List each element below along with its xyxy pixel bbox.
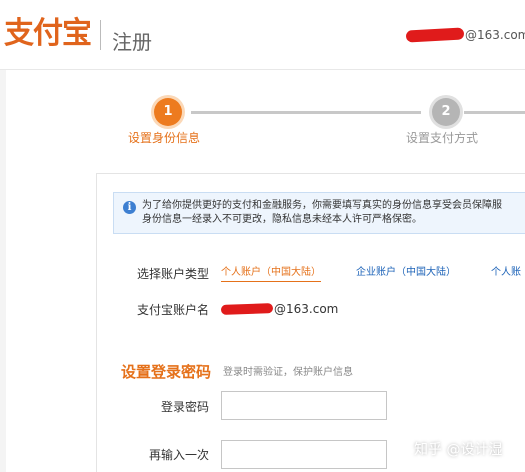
step-connector [464, 111, 525, 114]
account-name-value: @163.com [220, 300, 339, 318]
notice-line-2: 身份信息一经录入不可更改，隐私信息未经本人许可严格保密。 [142, 214, 422, 225]
registration-panel: 1 设置身份信息 2 设置支付方式 i 为了给你提供更好的支付和金融服务，你需要… [6, 70, 525, 472]
notice-text: 为了给你提供更好的支付和金融服务，你需要填写真实的身份信息享受会员保障服 身份信… [142, 199, 525, 227]
login-password-input[interactable] [221, 391, 387, 420]
step-connector [191, 111, 421, 114]
account-type-personal-other[interactable]: 个人账 [491, 266, 521, 280]
step-1-badge: 1 [154, 98, 182, 126]
confirm-password-label: 再输入一次 [149, 448, 210, 462]
login-password-label: 登录密码 [161, 400, 210, 414]
password-section-hint: 登录时需验证，保护账户信息 [223, 367, 353, 378]
account-domain: @163.com [465, 28, 525, 42]
password-section-title: 设置登录密码 [121, 363, 212, 381]
account-type-enterprise[interactable]: 企业账户（中国大陆） [356, 266, 456, 280]
step-2-badge: 2 [432, 98, 460, 126]
current-account: @163.com [405, 26, 525, 44]
step-2-label: 设置支付方式 [406, 131, 479, 145]
notice-line-1: 为了给你提供更好的支付和金融服务，你需要填写真实的身份信息享受会员保障服 [142, 200, 502, 211]
step-1-label: 设置身份信息 [128, 131, 201, 145]
page-title: 注册 [112, 30, 152, 54]
account-name-label: 支付宝账户名 [137, 303, 210, 317]
redaction-mark [405, 27, 465, 43]
info-icon: i [123, 201, 136, 214]
zhihu-watermark: 知乎 @设计湿 [414, 442, 503, 458]
account-type-label: 选择账户类型 [137, 267, 210, 281]
info-notice: i 为了给你提供更好的支付和金融服务，你需要填写真实的身份信息享受会员保障服 身… [113, 192, 525, 234]
account-name-domain: @163.com [274, 302, 339, 316]
header-divider [100, 20, 101, 50]
confirm-password-input[interactable] [221, 440, 387, 469]
alipay-logo[interactable]: 支付宝 [4, 14, 92, 54]
redaction-mark [220, 303, 274, 315]
step-progress: 1 设置身份信息 2 设置支付方式 [6, 70, 525, 160]
account-type-personal[interactable]: 个人账户（中国大陆） [221, 266, 321, 282]
identity-form: i 为了给你提供更好的支付和金融服务，你需要填写真实的身份信息享受会员保障服 身… [96, 173, 525, 472]
site-header: 支付宝 注册 @163.com [0, 0, 525, 70]
